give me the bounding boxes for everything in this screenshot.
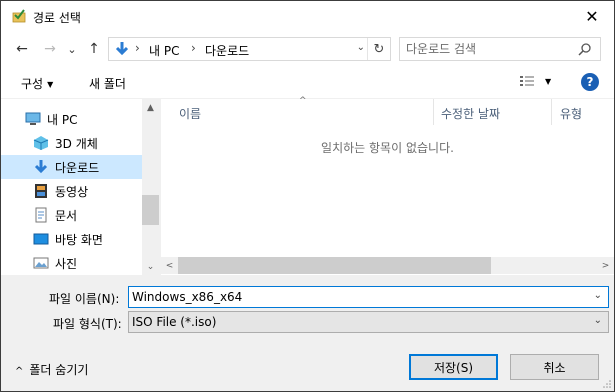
monitor-icon [25, 112, 41, 125]
sidebar-item-3d-objects[interactable]: 3D 개체 [1, 131, 142, 155]
address-dropdown-button[interactable]: ⌄ [357, 42, 365, 53]
forward-button[interactable]: → [41, 40, 59, 58]
title-bar: 경로 선택 ✕ [1, 1, 614, 32]
filename-input[interactable] [132, 289, 582, 305]
scroll-right-button[interactable]: > [597, 257, 614, 274]
organize-button[interactable]: 구성 ▼ [21, 75, 53, 92]
search-icon [578, 43, 591, 56]
search-box[interactable] [399, 37, 601, 61]
command-bar: 구성 ▼ 새 폴더 ▼ ? [1, 66, 614, 99]
file-list-horizontal-scrollbar[interactable]: < > [161, 257, 614, 274]
column-header-modified[interactable]: 수정한 날짜 [441, 99, 500, 125]
navigation-bar: ← → ⌄ ↑ › 내 PC › 다운로드 ⌄ ↻ [1, 32, 614, 66]
organize-label: 구성 [21, 77, 44, 91]
file-list: ^ 이름 수정한 날짜 유형 일치하는 항목이 없습니다. < > [161, 96, 614, 275]
picture-icon [33, 257, 49, 269]
filetype-label: 파일 형식(T): [53, 317, 122, 331]
column-header-name[interactable]: 이름 [179, 99, 201, 125]
sidebar-item-label: 바탕 화면 [55, 233, 103, 247]
download-arrow-icon [34, 160, 48, 174]
sidebar-item-label: 다운로드 [55, 161, 100, 175]
up-button[interactable]: ↑ [85, 40, 103, 58]
scroll-up-button[interactable]: ▲ [142, 99, 159, 116]
hide-folders-button[interactable]: ^ 폴더 숨기기 [15, 361, 88, 378]
column-divider[interactable] [433, 99, 434, 125]
chevron-down-icon: ⌄ [593, 315, 602, 326]
filename-label: 파일 이름(N): [49, 292, 120, 306]
recent-locations-button[interactable]: ⌄ [63, 40, 81, 58]
breadcrumb-separator: › [191, 41, 196, 55]
empty-message: 일치하는 항목이 없습니다. [321, 141, 454, 155]
desktop-icon [33, 233, 49, 245]
filename-combobox[interactable]: ⌄ [128, 286, 609, 308]
new-folder-button[interactable]: 새 폴더 [89, 75, 126, 92]
cube-icon [33, 136, 49, 150]
chevron-down-icon: ▼ [47, 80, 54, 89]
sidebar-item-label: 내 PC [47, 113, 78, 127]
sidebar-item-pictures[interactable]: 사진 [1, 251, 142, 275]
save-dialog: 경로 선택 ✕ ← → ⌄ ↑ › 내 PC › 다운로드 ⌄ ↻ 구성▼ [0, 0, 615, 392]
save-button[interactable]: 저장(S) [409, 354, 498, 380]
column-divider[interactable] [551, 99, 552, 125]
breadcrumb-downloads[interactable]: 다운로드 [205, 42, 249, 59]
close-button[interactable]: ✕ [570, 1, 614, 32]
scroll-left-button[interactable]: < [161, 257, 178, 274]
back-button[interactable]: ← [13, 40, 31, 58]
sidebar-item-downloads[interactable]: 다운로드 [1, 155, 142, 179]
film-icon [35, 184, 47, 198]
sidebar-item-videos[interactable]: 동영상 [1, 179, 142, 203]
chevron-up-icon: ^ [15, 366, 24, 377]
refresh-button[interactable]: ↻ [367, 38, 390, 60]
address-bar[interactable]: › 내 PC › 다운로드 ⌄ ↻ [108, 37, 391, 61]
view-options-icon[interactable] [519, 75, 537, 89]
sidebar-item-label: 사진 [55, 257, 78, 271]
breadcrumb-my-pc[interactable]: 내 PC [149, 42, 179, 59]
document-icon [35, 207, 47, 223]
folder-check-icon [12, 9, 26, 23]
navigation-pane: 내 PC 3D 개체 다운로드 동영상 문서 바탕 화면 사진 ▲ ⌄ [1, 99, 159, 275]
hide-folders-label: 폴더 숨기기 [29, 363, 89, 377]
scrollbar-thumb[interactable] [178, 257, 491, 274]
breadcrumb-separator: › [135, 41, 140, 55]
sidebar-item-desktop[interactable]: 바탕 화면 [1, 227, 142, 251]
filetype-value: ISO File (*.iso) [132, 315, 217, 329]
scrollbar-thumb[interactable] [142, 195, 159, 225]
search-input[interactable] [406, 41, 566, 57]
sidebar-item-label: 동영상 [55, 185, 89, 199]
sidebar-item-documents[interactable]: 문서 [1, 203, 142, 227]
resize-grip-icon[interactable] [602, 379, 612, 389]
download-arrow-icon [115, 42, 129, 56]
cancel-button[interactable]: 취소 [510, 354, 599, 380]
chevron-down-icon[interactable]: ⌄ [594, 290, 602, 301]
scroll-down-button[interactable]: ⌄ [142, 258, 159, 275]
column-header-type[interactable]: 유형 [560, 99, 582, 125]
sidebar-item-my-pc[interactable]: 내 PC [1, 107, 142, 131]
sidebar-item-label: 문서 [55, 209, 78, 223]
help-icon[interactable]: ? [581, 73, 599, 91]
window-title: 경로 선택 [33, 11, 81, 25]
filetype-select[interactable]: ISO File (*.iso) ⌄ [128, 311, 609, 333]
view-dropdown-icon[interactable]: ▼ [545, 77, 551, 86]
sort-indicator-icon: ^ [299, 96, 307, 106]
sidebar-scrollbar[interactable]: ▲ ⌄ [142, 99, 159, 275]
sidebar-item-label: 3D 개체 [55, 137, 98, 151]
